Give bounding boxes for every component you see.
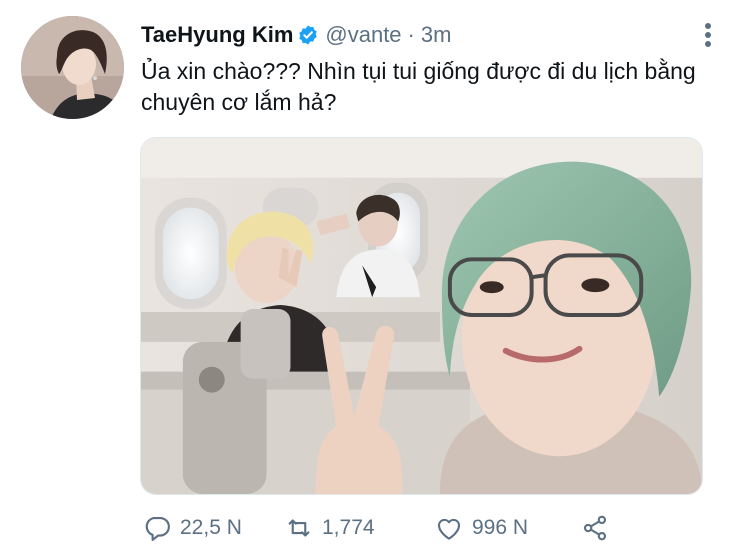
tweet-photo[interactable]: [140, 137, 703, 495]
avatar[interactable]: [21, 16, 124, 119]
tweet-header: TaeHyung Kim @vante · 3m: [141, 22, 451, 48]
reply-icon: [145, 516, 170, 541]
like-button[interactable]: 996 N: [434, 512, 528, 544]
share-button[interactable]: [580, 512, 618, 544]
more-dot: [705, 41, 711, 47]
airplane-selfie-image: [141, 138, 702, 494]
more-dot: [705, 23, 711, 29]
more-options-icon[interactable]: [696, 20, 720, 50]
avatar-photo: [21, 16, 124, 119]
retweet-button[interactable]: 1,774: [284, 512, 375, 544]
tweet-card[interactable]: TaeHyung Kim @vante · 3m Ủa xin chào??? …: [0, 0, 750, 554]
more-dot: [705, 32, 711, 38]
separator-dot: ·: [407, 22, 415, 47]
heart-icon: [437, 518, 461, 540]
tweet-actions: 22,5 N 1,774 996 N: [140, 512, 640, 544]
like-count: 996 N: [472, 516, 529, 539]
timestamp[interactable]: 3m: [421, 22, 452, 48]
reply-count: 22,5 N: [180, 516, 242, 539]
tweet-text: Ủa xin chào??? Nhìn tụi tui giống được đ…: [141, 58, 696, 115]
retweet-count: 1,774: [322, 516, 375, 539]
author-handle[interactable]: @vante: [325, 22, 401, 48]
author-name[interactable]: TaeHyung Kim: [141, 22, 293, 48]
reply-button[interactable]: 22,5 N: [142, 512, 242, 544]
retweet-icon: [288, 519, 310, 537]
share-icon: [583, 515, 607, 541]
verified-badge-icon: [297, 24, 319, 46]
